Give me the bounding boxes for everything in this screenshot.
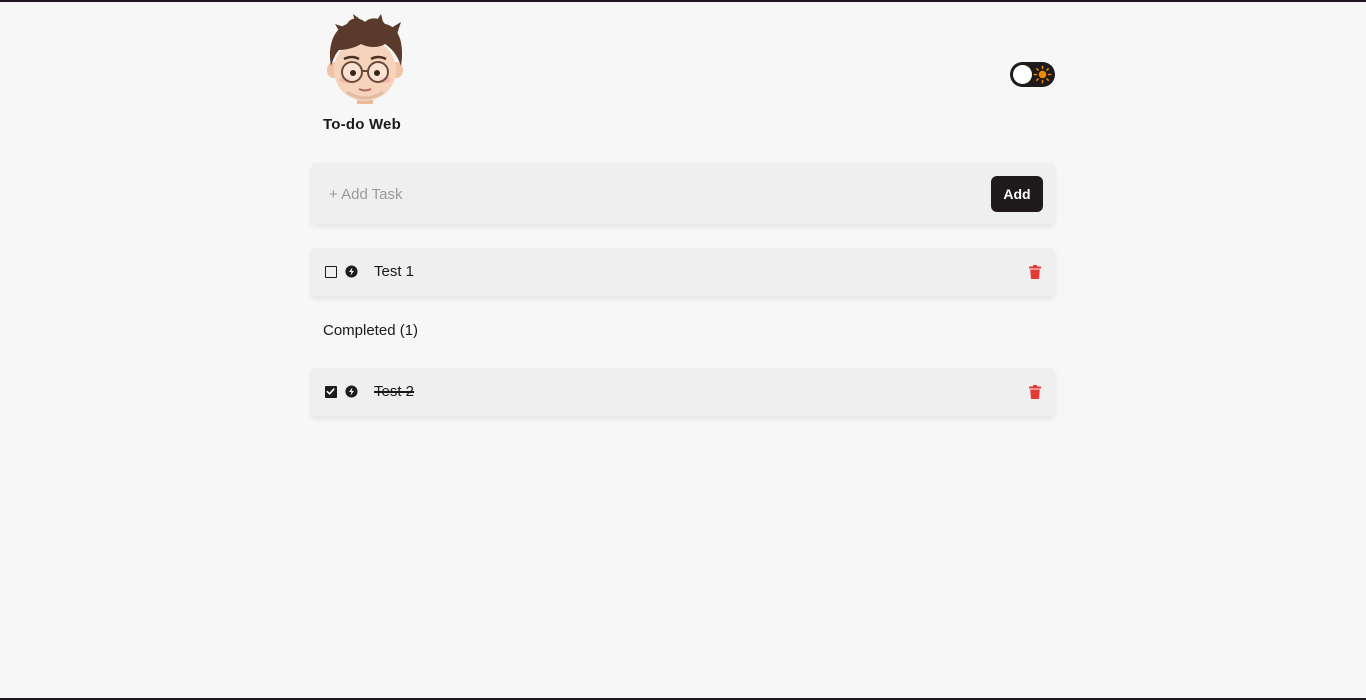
task-checkbox[interactable]	[325, 386, 337, 398]
task-checkbox[interactable]	[325, 266, 337, 278]
bolt-icon[interactable]	[345, 265, 358, 278]
sun-icon	[1033, 65, 1052, 84]
theme-toggle[interactable]	[1010, 62, 1055, 87]
avatar	[327, 14, 403, 104]
app-title: To-do Web	[323, 116, 401, 133]
toggle-knob	[1013, 65, 1032, 84]
task-label: Test 2	[374, 383, 415, 400]
task-item: Test 2	[311, 368, 1055, 416]
brand: To-do Web	[317, 14, 413, 133]
add-button[interactable]: Add	[991, 176, 1043, 212]
header: To-do Web	[311, 2, 1055, 162]
bolt-icon[interactable]	[345, 385, 358, 398]
add-task-input[interactable]	[329, 177, 969, 211]
completed-heading[interactable]: Completed (1)	[323, 322, 418, 339]
app-container: To-do Web Add	[311, 2, 1055, 416]
add-task-form: Add	[311, 163, 1055, 224]
task-item: Test 1	[311, 248, 1055, 296]
trash-icon[interactable]	[1029, 265, 1041, 279]
trash-icon[interactable]	[1029, 385, 1041, 399]
checkmark-icon	[326, 388, 335, 395]
task-label: Test 1	[374, 263, 415, 280]
